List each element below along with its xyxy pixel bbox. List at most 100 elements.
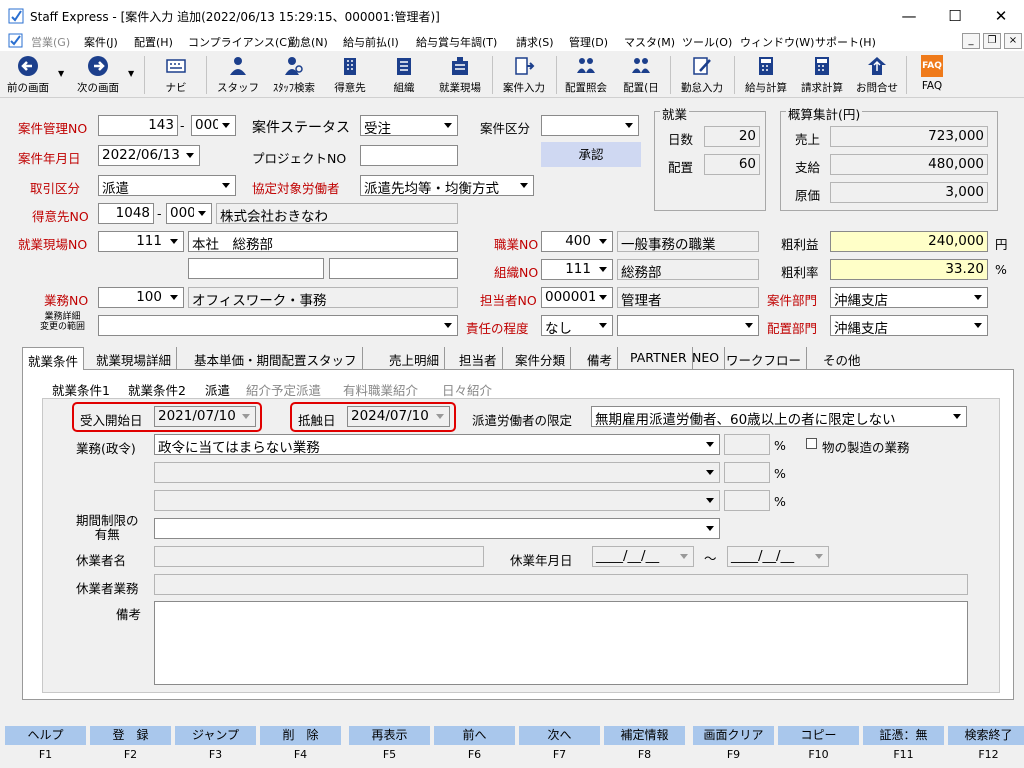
site-name-input[interactable]: 本社 総務部 (188, 231, 458, 252)
tab-sales-detail[interactable]: 売上明細 (384, 347, 446, 369)
gov-work-select-3[interactable] (154, 490, 720, 511)
site-extra1-input[interactable] (188, 258, 324, 279)
trade-select[interactable]: 派遣 (98, 175, 236, 196)
org-button[interactable]: 組織 (380, 53, 428, 97)
case-dept-select[interactable]: 沖縄支店 (830, 287, 988, 308)
tab-site-detail[interactable]: 就業現場詳細 (91, 347, 178, 369)
fkey-next-button[interactable]: 次へ (519, 726, 600, 745)
navi-button[interactable]: ナビ (154, 53, 198, 97)
mdi-close-button[interactable]: × (1004, 33, 1022, 49)
tab-partner[interactable]: PARTNER (625, 347, 693, 369)
start-date-input[interactable]: 2021/07/10 (154, 406, 256, 427)
mdi-minimize-button[interactable]: _ (962, 33, 980, 49)
tab-work-conditions[interactable]: 就業条件 (22, 347, 85, 370)
fkey-supplement-button[interactable]: 補定情報 (604, 726, 685, 745)
work-no-input[interactable]: 100 (98, 287, 184, 308)
dept-no-input[interactable]: 111 (541, 259, 613, 280)
staff-button[interactable]: スタッフ (216, 53, 260, 97)
tab-neo[interactable]: NEO (687, 347, 726, 369)
fkey-refresh-button[interactable]: 再表示 (349, 726, 430, 745)
case-no-input[interactable]: 143 (98, 115, 178, 136)
attendance-input-button[interactable]: 勤怠入力 (674, 53, 730, 97)
fkey-register-button[interactable]: 登 録 (90, 726, 171, 745)
prev-screen-button[interactable]: 前の画面 (2, 53, 54, 97)
case-no-sub-select[interactable]: 000 (191, 115, 236, 136)
tab-unit-price[interactable]: 基本単価・期間配置スタッフ (189, 347, 363, 369)
menu-case[interactable]: 案件(J) (84, 34, 118, 50)
client-sub-select[interactable]: 000 (166, 203, 212, 224)
assign-inquiry-button[interactable]: 配置照会 (558, 53, 614, 97)
next-dropdown-icon[interactable]: ▼ (128, 69, 134, 78)
subtab-daily-intro[interactable]: 日々紹介 (442, 380, 492, 399)
menu-assign[interactable]: 配置(H) (134, 34, 173, 50)
owner-no-input[interactable]: 000001 (541, 287, 613, 308)
approve-button[interactable]: 承認 (541, 142, 641, 167)
labor-select[interactable]: 派遣先均等・均衡方式 (360, 175, 534, 196)
subtab-dispatch[interactable]: 派遣 (205, 380, 230, 399)
assign-day-button[interactable]: 配置(日 (614, 53, 668, 97)
menu-master[interactable]: マスタ(M) (624, 34, 675, 50)
menu-admin[interactable]: 管理(D) (569, 34, 608, 50)
subtab-cond2[interactable]: 就業条件2 (128, 380, 186, 399)
work-detail-select[interactable] (98, 315, 458, 336)
tab-workflow[interactable]: ワークフロー (721, 347, 808, 369)
note-textarea[interactable] (154, 601, 968, 685)
fkey-copy-button[interactable]: コピー (778, 726, 859, 745)
menu-payroll[interactable]: 給与賞与年調(T) (416, 34, 497, 50)
menu-support[interactable]: サポート(H) (815, 34, 876, 50)
tab-other[interactable]: その他 (818, 347, 866, 369)
assign-dept-select[interactable]: 沖縄支店 (830, 315, 988, 336)
prev-dropdown-icon[interactable]: ▼ (58, 69, 64, 78)
status-select[interactable]: 受注 (360, 115, 458, 136)
mdi-restore-button[interactable]: ❐ (983, 33, 1001, 49)
client-no-input[interactable]: 1048 (98, 203, 154, 224)
fkey-jump-button[interactable]: ジャンプ (175, 726, 256, 745)
staff-search-button[interactable]: ｽﾀｯﾌ検索 (264, 53, 324, 97)
menu-compliance[interactable]: コンプライアンス(C) (188, 34, 291, 50)
case-input-button[interactable]: 案件入力 (496, 53, 552, 97)
fkey-clear-button[interactable]: 画面クリア (693, 726, 774, 745)
menu-advance-pay[interactable]: 給与前払(I) (343, 34, 399, 50)
contact-button[interactable]: お問合せ (850, 53, 904, 97)
fkey-delete-button[interactable]: 削 除 (260, 726, 341, 745)
resp2-select[interactable] (617, 315, 759, 336)
bill-calc-button[interactable]: 請求計算 (794, 53, 850, 97)
gov-work-select-1[interactable]: 政令に当てはまらない業務 (154, 434, 720, 455)
limit-select[interactable]: 無期雇用派遣労働者、60歳以上の者に限定しない (591, 406, 967, 427)
tab-case-class[interactable]: 案件分類 (510, 347, 572, 369)
work-site-button[interactable]: 就業現場 (432, 53, 488, 97)
tab-notes[interactable]: 備考 (582, 347, 619, 369)
close-button[interactable]: ✕ (978, 0, 1024, 31)
maximize-button[interactable]: ☐ (932, 0, 978, 31)
menu-billing[interactable]: 請求(S) (516, 34, 554, 50)
menu-sales[interactable]: 営業(G) (31, 34, 70, 50)
menu-tools[interactable]: ツール(O) (682, 34, 732, 50)
menu-attendance[interactable]: 勤怠(N) (289, 34, 328, 50)
fkey-help-button[interactable]: ヘルプ (5, 726, 86, 745)
project-input[interactable] (360, 145, 458, 166)
subtab-cond1[interactable]: 就業条件1 (52, 380, 110, 399)
conflict-date-input[interactable]: 2024/07/10 (347, 406, 450, 427)
next-screen-button[interactable]: 次の画面 (72, 53, 124, 97)
job-no-input[interactable]: 400 (541, 231, 613, 252)
leave-to-input[interactable]: ____/__/__ (727, 546, 829, 567)
gov-work-select-2[interactable] (154, 462, 720, 483)
leave-from-input[interactable]: ____/__/__ (592, 546, 694, 567)
fkey-prev-button[interactable]: 前へ (434, 726, 515, 745)
case-date-input[interactable]: 2022/06/13 (98, 145, 200, 166)
client-button[interactable]: 得意先 (326, 53, 374, 97)
pay-calc-button[interactable]: 給与計算 (738, 53, 794, 97)
tab-owner[interactable]: 担当者 (454, 347, 503, 369)
menu-window[interactable]: ウィンドウ(W) (740, 34, 814, 50)
minimize-button[interactable]: — (886, 0, 932, 31)
category-select[interactable] (541, 115, 639, 136)
mfg-checkbox[interactable] (806, 438, 817, 449)
subtab-paid-placement[interactable]: 有料職業紹介 (343, 380, 418, 399)
subtab-intro-dispatch[interactable]: 紹介予定派遣 (246, 380, 321, 399)
site-extra2-input[interactable] (329, 258, 458, 279)
period-limit-select[interactable] (154, 518, 720, 539)
site-no-input[interactable]: 111 (98, 231, 184, 252)
resp-select[interactable]: なし (541, 315, 613, 336)
fkey-end-search-button[interactable]: 検索終了 (948, 726, 1024, 745)
fkey-voucher-button[interactable]: 証憑：無 (863, 726, 944, 745)
